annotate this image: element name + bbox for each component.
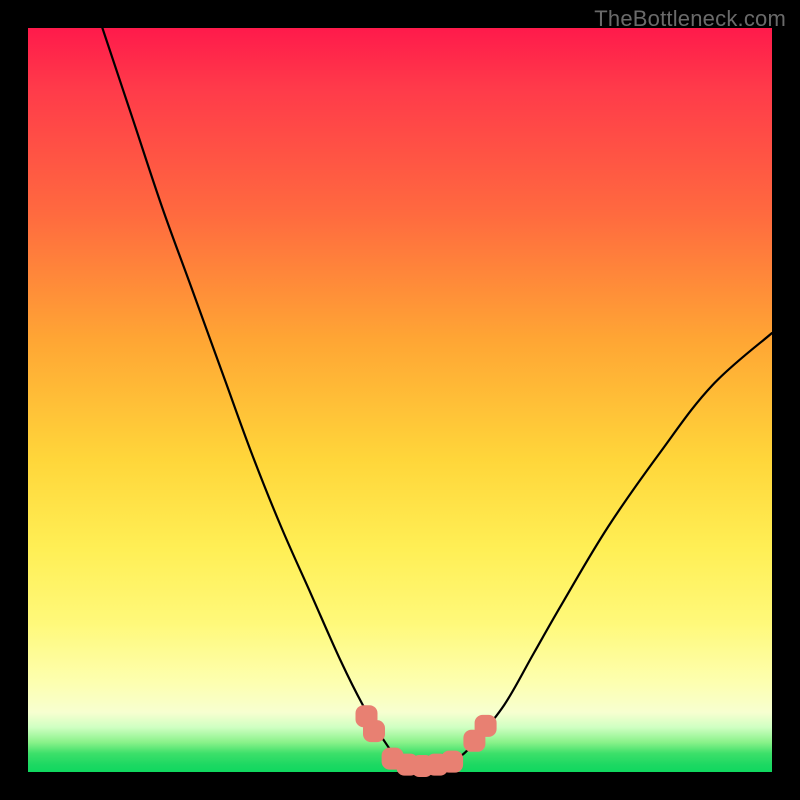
curve-marker xyxy=(441,751,463,773)
chart-plot-area xyxy=(28,28,772,772)
attribution-text: TheBottleneck.com xyxy=(594,6,786,32)
curve-marker xyxy=(475,715,497,737)
curve-markers xyxy=(28,28,772,772)
chart-frame: TheBottleneck.com xyxy=(0,0,800,800)
curve-marker xyxy=(363,720,385,742)
